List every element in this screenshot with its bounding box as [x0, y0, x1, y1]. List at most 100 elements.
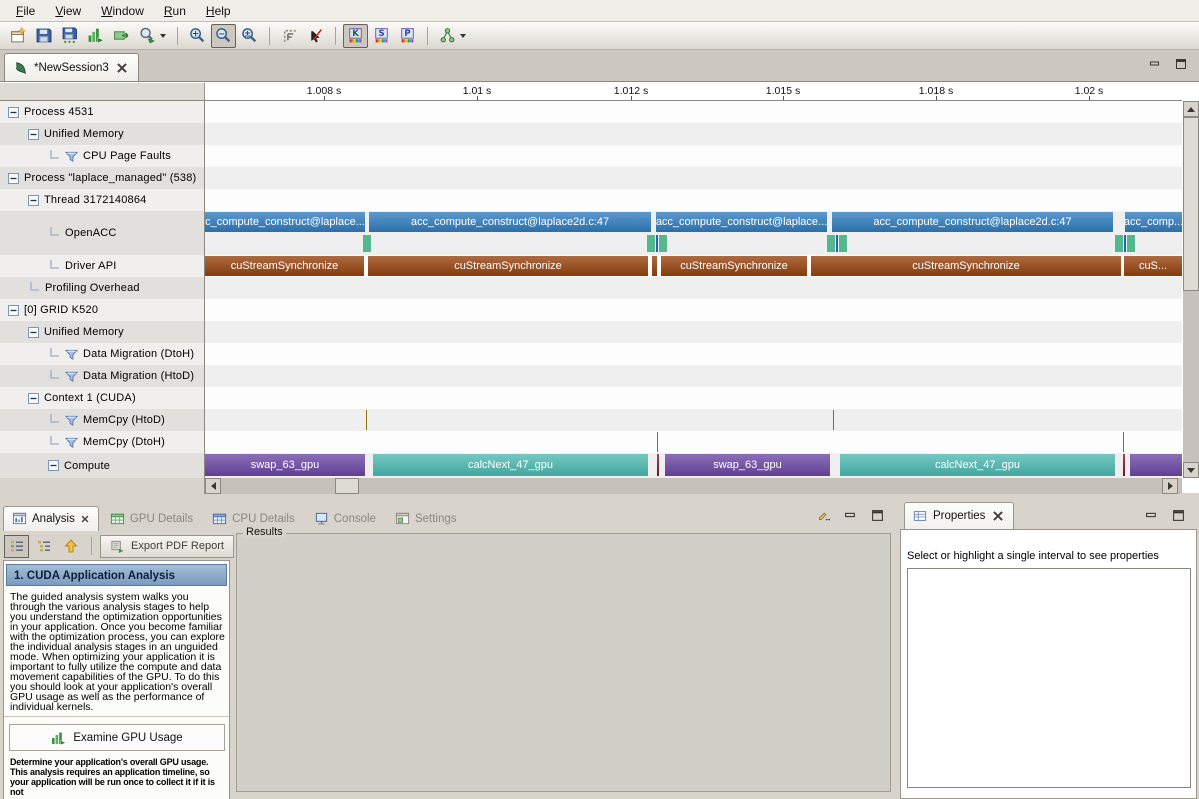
- collapse-minus-icon[interactable]: [28, 327, 39, 338]
- vertical-scroll-thumb[interactable]: [1183, 117, 1199, 291]
- dropdown-caret-icon[interactable]: [460, 34, 466, 38]
- timeline-lane-thread-3172140864[interactable]: [205, 189, 1182, 211]
- timeline-interval[interactable]: cuStreamSynchronize: [368, 256, 648, 276]
- menu-help[interactable]: Help: [196, 1, 241, 21]
- memcpy-interval[interactable]: [657, 432, 658, 452]
- zoom-mode-button[interactable]: [135, 24, 170, 48]
- collapse-minus-icon[interactable]: [48, 460, 59, 471]
- collapse-minus-icon[interactable]: [28, 393, 39, 404]
- timeline-interval[interactable]: [652, 256, 657, 276]
- timeline-lane-process-4531[interactable]: [205, 101, 1182, 123]
- maximize-icon[interactable]: [871, 509, 884, 522]
- openacc-event-mark[interactable]: [1115, 235, 1123, 252]
- maximize-icon[interactable]: [1172, 509, 1185, 522]
- memcpy-interval[interactable]: [366, 410, 367, 430]
- tab-settings[interactable]: Settings: [387, 507, 465, 531]
- timeline-row-label-cpu-page-faults[interactable]: CPU Page Faults: [0, 145, 204, 167]
- stream-marker-button[interactable]: S: [369, 24, 394, 48]
- unguided-analysis-button[interactable]: [31, 535, 56, 558]
- timeline-interval[interactable]: cuStreamSynchronize: [811, 256, 1121, 276]
- timeline-row-label-context-1-cuda[interactable]: Context 1 (CUDA): [0, 387, 204, 409]
- timeline-row-label-unified-memory[interactable]: Unified Memory: [0, 123, 204, 145]
- openacc-event-mark[interactable]: [1127, 235, 1135, 252]
- timeline-row-label-memcpy-dtoh[interactable]: MemCpy (DtoH): [0, 431, 204, 453]
- kernel-marker-button[interactable]: K: [343, 24, 368, 48]
- memcpy-interval[interactable]: [833, 410, 834, 430]
- filter-icon[interactable]: [65, 370, 78, 383]
- collapse-minus-icon[interactable]: [8, 173, 19, 184]
- timeline-plot[interactable]: c_compute_construct@laplace...acc_comput…: [205, 101, 1182, 478]
- timeline-interval[interactable]: cuStreamSynchronize: [205, 256, 364, 276]
- timeline-row-label-unified-memory[interactable]: Unified Memory: [0, 321, 204, 343]
- timeline-lane-unified-memory[interactable]: [205, 123, 1182, 145]
- timeline-lane-process-laplace-managed-538[interactable]: [205, 167, 1182, 189]
- save-all-button[interactable]: [57, 24, 82, 48]
- timeline-interval[interactable]: cuStreamSynchronize: [661, 256, 807, 276]
- collapse-minus-icon[interactable]: [8, 305, 19, 316]
- openacc-wait-line[interactable]: [836, 235, 838, 252]
- timeline-lane-0-grid-k520[interactable]: [205, 299, 1182, 321]
- timeline-interval[interactable]: acc_comp...: [1125, 212, 1182, 232]
- timeline-interval[interactable]: acc_compute_construct@laplace2d.c:47: [832, 212, 1113, 232]
- session-tab[interactable]: *NewSession3: [4, 53, 139, 81]
- minimize-icon[interactable]: [1149, 58, 1161, 70]
- timeline-row-label-process-laplace-managed-538[interactable]: Process "laplace_managed" (538): [0, 167, 204, 189]
- tab-analysis[interactable]: Analysis: [3, 506, 99, 531]
- examine-gpu-usage-button[interactable]: Examine GPU Usage: [9, 724, 225, 751]
- openacc-wait-line[interactable]: [656, 235, 658, 252]
- timeline-row-label-data-migration-dtoh[interactable]: Data Migration (DtoH): [0, 343, 204, 365]
- timeline-lane-data-migration-dtoh[interactable]: [205, 343, 1182, 365]
- collapse-minus-icon[interactable]: [28, 195, 39, 206]
- openacc-event-mark[interactable]: [363, 235, 371, 252]
- timeline-lane-unified-memory[interactable]: [205, 321, 1182, 343]
- timeline-lane-memcpy-dtoh[interactable]: [205, 431, 1182, 453]
- timeline-lane-profiling-overhead[interactable]: [205, 277, 1182, 299]
- scroll-down-button[interactable]: [1183, 462, 1199, 478]
- generate-timeline-button[interactable]: [83, 24, 108, 48]
- menu-view[interactable]: View: [45, 1, 91, 21]
- timeline-row-label-thread-3172140864[interactable]: Thread 3172140864: [0, 189, 204, 211]
- zoom-in-button[interactable]: +: [185, 24, 210, 48]
- show-reference-button[interactable]: [109, 24, 134, 48]
- timeline-row-label-process-4531[interactable]: Process 4531: [0, 101, 204, 123]
- memcpy-interval[interactable]: [1123, 432, 1124, 452]
- filter-icon[interactable]: [65, 414, 78, 427]
- timeline-interval[interactable]: [657, 454, 659, 476]
- timeline-row-label-openacc[interactable]: OpenACC: [0, 211, 204, 255]
- snap-ruler-button[interactable]: [277, 24, 302, 48]
- timeline-lane-cpu-page-faults[interactable]: [205, 145, 1182, 167]
- scroll-up-button[interactable]: [1183, 101, 1199, 117]
- save-button[interactable]: [31, 24, 56, 48]
- timeline-ruler[interactable]: 1.008 s1.01 s1.012 s1.015 s1.018 s1.02 s: [205, 83, 1182, 101]
- timeline-interval[interactable]: acc_compute_construct@laplace2d.c:47: [369, 212, 651, 232]
- tab-gpu-details[interactable]: GPU Details: [102, 507, 201, 531]
- view-menu-icon[interactable]: [817, 509, 830, 522]
- guided-analysis-button[interactable]: [4, 535, 29, 558]
- horizontal-scroll-thumb[interactable]: [335, 478, 359, 494]
- timeline-lane-data-migration-htod[interactable]: [205, 365, 1182, 387]
- tab-properties[interactable]: Properties: [904, 502, 1014, 529]
- minimize-icon[interactable]: [1145, 509, 1158, 522]
- collapse-minus-icon[interactable]: [8, 107, 19, 118]
- dropdown-caret-icon[interactable]: [160, 34, 166, 38]
- menu-run[interactable]: Run: [154, 1, 196, 21]
- timeline-lane-context-1-cuda[interactable]: [205, 387, 1182, 409]
- collapse-minus-icon[interactable]: [28, 129, 39, 140]
- timeline-interval[interactable]: calcNext_47_gpu: [840, 454, 1115, 476]
- filter-icon[interactable]: [65, 348, 78, 361]
- timeline-row-label-compute[interactable]: Compute: [0, 453, 204, 478]
- timeline-lane-compute[interactable]: swap_63_gpu calcNext_47_gpu swap_63_gpu cal…: [205, 453, 1182, 478]
- close-icon[interactable]: [991, 509, 1005, 523]
- timeline-interval[interactable]: calcNext_47_gpu: [373, 454, 648, 476]
- timeline-lane-openacc[interactable]: c_compute_construct@laplace...acc_comput…: [205, 211, 1182, 255]
- timeline-row-label-driver-api[interactable]: Driver API: [0, 255, 204, 277]
- timeline-interval[interactable]: swap_63_gpu: [205, 454, 365, 476]
- timeline-lane-driver-api[interactable]: cuStreamSynchronizecuStreamSynchronizecu…: [205, 255, 1182, 277]
- vertical-scrollbar[interactable]: [1183, 101, 1199, 478]
- tab-console[interactable]: Console: [306, 507, 384, 531]
- close-icon[interactable]: [115, 61, 129, 75]
- openacc-event-mark[interactable]: [827, 235, 835, 252]
- timeline-interval[interactable]: swap_63_gpu: [665, 454, 830, 476]
- new-session-button[interactable]: [5, 24, 30, 48]
- zoom-fit-button[interactable]: ±: [237, 24, 262, 48]
